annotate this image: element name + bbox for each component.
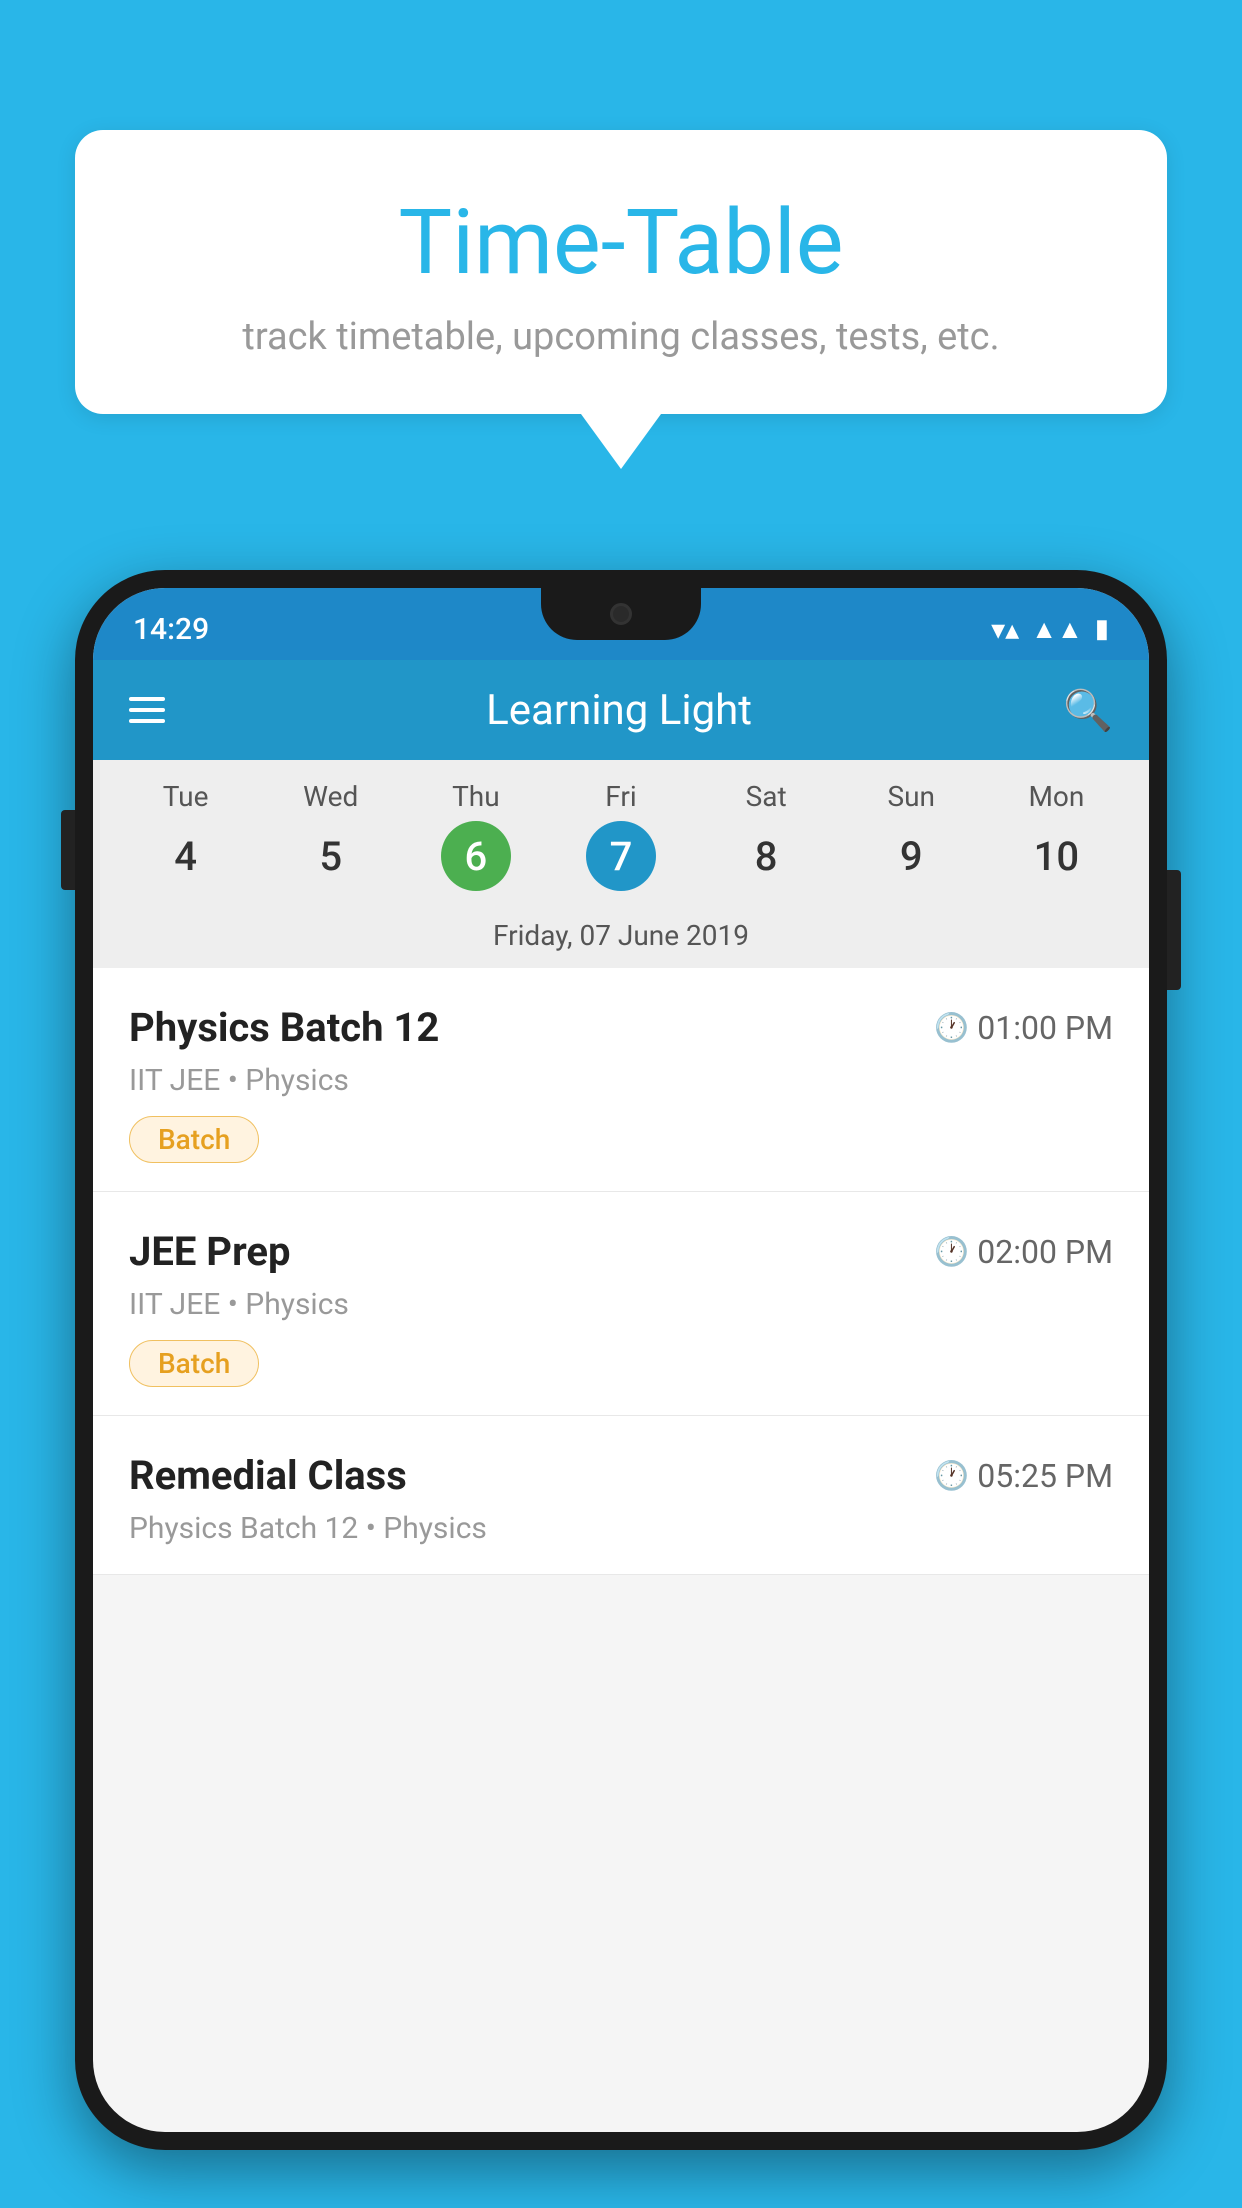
day-col-wed[interactable]: Wed 5: [258, 780, 403, 891]
hamburger-menu-button[interactable]: [129, 697, 165, 723]
schedule-title-2: JEE Prep: [129, 1228, 290, 1275]
day-col-sun[interactable]: Sun 9: [839, 780, 984, 891]
feature-subtitle: track timetable, upcoming classes, tests…: [125, 315, 1117, 359]
speech-bubble-arrow: [581, 414, 661, 469]
speech-bubble-section: Time-Table track timetable, upcoming cla…: [75, 130, 1167, 469]
schedule-item-header-3: Remedial Class 🕐 05:25 PM: [129, 1452, 1113, 1499]
status-time: 14:29: [133, 612, 209, 647]
schedule-time-1: 🕐 01:00 PM: [934, 1009, 1113, 1047]
speech-bubble-card: Time-Table track timetable, upcoming cla…: [75, 130, 1167, 414]
day-col-fri[interactable]: Fri 7: [548, 780, 693, 891]
day-name-wed: Wed: [303, 780, 358, 813]
day-name-fri: Fri: [605, 780, 636, 813]
schedule-subtitle-1: IIT JEE • Physics: [129, 1063, 1113, 1098]
schedule-item-3[interactable]: Remedial Class 🕐 05:25 PM Physics Batch …: [93, 1416, 1149, 1575]
day-name-sun: Sun: [888, 780, 936, 813]
day-num-fri: 7: [586, 821, 656, 891]
schedule-item-header-2: JEE Prep 🕐 02:00 PM: [129, 1228, 1113, 1275]
app-title: Learning Light: [205, 686, 1033, 735]
schedule-subtitle-3: Physics Batch 12 • Physics: [129, 1511, 1113, 1546]
schedule-subtitle-2: IIT JEE • Physics: [129, 1287, 1113, 1322]
day-num-thu: 6: [441, 821, 511, 891]
signal-icon: ▲▲: [1031, 614, 1082, 645]
days-row: Tue 4 Wed 5 Thu 6 Fri 7: [93, 780, 1149, 891]
calendar-strip: Tue 4 Wed 5 Thu 6 Fri 7: [93, 760, 1149, 968]
day-name-thu: Thu: [452, 780, 500, 813]
schedule-item-2[interactable]: JEE Prep 🕐 02:00 PM IIT JEE • Physics Ba…: [93, 1192, 1149, 1416]
schedule-time-2: 🕐 02:00 PM: [934, 1233, 1113, 1271]
schedule-title-3: Remedial Class: [129, 1452, 407, 1499]
feature-title: Time-Table: [125, 190, 1117, 295]
day-name-tue: Tue: [163, 780, 209, 813]
schedule-item-header-1: Physics Batch 12 🕐 01:00 PM: [129, 1004, 1113, 1051]
front-camera: [610, 603, 632, 625]
clock-icon-1: 🕐: [934, 1011, 969, 1044]
app-bar: Learning Light 🔍: [93, 660, 1149, 760]
day-col-sat[interactable]: Sat 8: [694, 780, 839, 891]
phone-screen: 14:29 ▾▴ ▲▲ ▮ Learning Light 🔍: [93, 588, 1149, 2132]
day-num-sun: 9: [876, 821, 946, 891]
schedule-list: Physics Batch 12 🕐 01:00 PM IIT JEE • Ph…: [93, 968, 1149, 1575]
schedule-item-1[interactable]: Physics Batch 12 🕐 01:00 PM IIT JEE • Ph…: [93, 968, 1149, 1192]
day-col-thu[interactable]: Thu 6: [403, 780, 548, 891]
day-name-sat: Sat: [746, 780, 787, 813]
batch-badge-2: Batch: [129, 1340, 259, 1387]
status-icons: ▾▴ ▲▲ ▮: [991, 613, 1109, 646]
battery-icon: ▮: [1095, 614, 1109, 644]
day-num-mon: 10: [1021, 821, 1091, 891]
schedule-title-1: Physics Batch 12: [129, 1004, 439, 1051]
phone-notch: [541, 588, 701, 640]
schedule-time-3: 🕐 05:25 PM: [934, 1457, 1113, 1495]
day-num-tue: 4: [151, 821, 221, 891]
clock-icon-3: 🕐: [934, 1459, 969, 1492]
selected-date-label: Friday, 07 June 2019: [93, 903, 1149, 968]
day-name-mon: Mon: [1028, 780, 1084, 813]
phone-outer-shell: 14:29 ▾▴ ▲▲ ▮ Learning Light 🔍: [75, 570, 1167, 2150]
clock-icon-2: 🕐: [934, 1235, 969, 1268]
search-icon[interactable]: 🔍: [1063, 687, 1113, 734]
day-col-tue[interactable]: Tue 4: [113, 780, 258, 891]
day-num-sat: 8: [731, 821, 801, 891]
day-num-wed: 5: [296, 821, 366, 891]
phone-mockup: 14:29 ▾▴ ▲▲ ▮ Learning Light 🔍: [75, 570, 1167, 2208]
day-col-mon[interactable]: Mon 10: [984, 780, 1129, 891]
wifi-icon: ▾▴: [991, 613, 1019, 646]
batch-badge-1: Batch: [129, 1116, 259, 1163]
